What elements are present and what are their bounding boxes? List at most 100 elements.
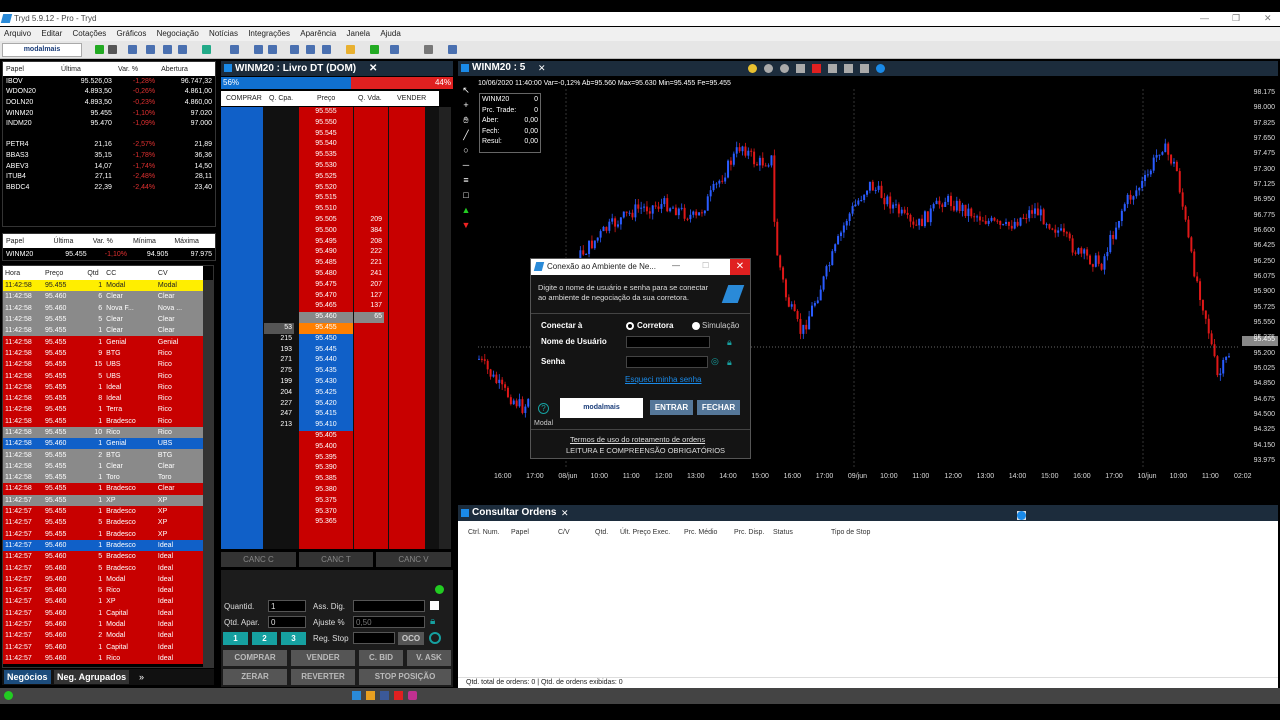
play-icon[interactable]	[95, 45, 104, 54]
table-row[interactable]: 11:42:58 95.455 1 Clear Clear	[3, 460, 203, 473]
maximize-icon[interactable]: ☐	[702, 261, 709, 270]
price-level[interactable]: 95.550	[299, 118, 353, 129]
table-row[interactable]: 11:42:57 95.455 1 XP XP	[3, 494, 203, 506]
sell-column[interactable]	[389, 107, 425, 549]
price-level[interactable]: 95.555	[299, 107, 353, 118]
table-row[interactable]: WINM20 95.455 -1,10% 94.905 97.975	[3, 248, 215, 260]
tab-more-icon[interactable]: »	[136, 670, 148, 684]
menu-arquivo[interactable]: Arquivo	[0, 27, 35, 40]
instagram-icon[interactable]	[408, 691, 417, 700]
price-level[interactable]: 95.380	[299, 485, 353, 496]
cancel-buy-button[interactable]: CANC C	[221, 552, 296, 567]
draw-icon[interactable]	[828, 64, 837, 73]
table-row[interactable]: 11:42:58 95.460 6 Nova F... Nova ...	[3, 302, 203, 314]
table-row[interactable]: 11:42:58 95.455 2 BTG BTG	[3, 449, 203, 461]
table-row[interactable]: 11:42:58 95.460 1 Genial UBS	[3, 438, 203, 450]
quotes-icon[interactable]	[128, 45, 137, 54]
table-row[interactable]: 11:42:57 95.455 1 Bradesco XP	[3, 528, 203, 540]
col-ultima[interactable]: Última	[58, 62, 115, 76]
table-icon[interactable]	[290, 45, 299, 54]
close-icon[interactable]: ✕	[730, 259, 750, 275]
col-tipo-stop[interactable]: Tipo de Stop	[831, 529, 870, 536]
buy-column[interactable]	[221, 107, 263, 549]
arrow-down-icon[interactable]: ▼	[458, 220, 474, 235]
price-level[interactable]: 95.390	[299, 463, 353, 474]
maximize-icon[interactable]: ❐	[1232, 13, 1240, 24]
col-prc-medio[interactable]: Prc. Médio	[684, 529, 717, 536]
menu-graficos[interactable]: Gráficos	[113, 27, 151, 40]
close-button[interactable]: FECHAR	[697, 400, 740, 415]
col-prc-disp[interactable]: Prc. Disp.	[734, 529, 764, 536]
y-axis[interactable]: 98.175 98.000 97.825 97.650 97.475 97.300 97.1…	[1242, 89, 1278, 467]
ass-dig-checkbox[interactable]	[430, 601, 439, 610]
tools-icon[interactable]	[390, 45, 399, 54]
price-level[interactable]: 95.365	[299, 517, 353, 528]
light-icon[interactable]	[748, 64, 757, 73]
table-row[interactable]: 11:42:58 95.455 5 UBS Rico	[3, 370, 203, 382]
table-row[interactable]: 11:42:57 95.460 1 XP Ideal	[3, 596, 203, 608]
close-icon[interactable]: ✕	[538, 63, 546, 74]
menu-editar[interactable]: Editar	[37, 27, 66, 40]
table-row[interactable]: 11:42:58 95.455 1 Terra Rico	[3, 404, 203, 416]
minimize-icon[interactable]: —	[1200, 13, 1209, 23]
table-row[interactable]: WINM20 95.455 -1,10% 97.020	[3, 108, 215, 119]
price-level[interactable]: 95.490	[299, 247, 353, 258]
table-row[interactable]: 11:42:57 95.460 1 Capital Ideal	[3, 641, 203, 653]
eye-hidden-icon[interactable]: ◎	[711, 356, 719, 367]
lock-icon[interactable]: 🔒︎	[430, 616, 435, 627]
col-qtd[interactable]: Qtd.	[595, 529, 608, 536]
forgot-password-link[interactable]: Esqueci minha senha	[625, 375, 702, 384]
refresh-icon[interactable]	[370, 45, 379, 54]
ajuste-input[interactable]: 0,50	[353, 616, 425, 628]
table-row[interactable]: 11:42:57 95.460 5 Rico Ideal	[3, 585, 203, 597]
price-level[interactable]: 95.375	[299, 496, 353, 507]
tryd-icon[interactable]	[352, 691, 361, 700]
table-row[interactable]: BBAS3 35,15 -1,78% 36,36	[3, 150, 215, 161]
price-level[interactable]: 95.435	[299, 366, 353, 377]
crosshair-icon[interactable]: +	[458, 100, 474, 115]
chart-window-icon[interactable]	[230, 45, 239, 54]
table-row[interactable]: 11:42:57 95.460 1 Modal Ideal	[3, 618, 203, 631]
table-row[interactable]: ABEV3 14,07 -1,74% 14,50	[3, 161, 215, 172]
menu-integracoes[interactable]: Integrações	[244, 27, 294, 40]
tag-icon[interactable]	[424, 45, 433, 54]
col-papel[interactable]: Papel	[511, 529, 529, 536]
price-level[interactable]: 95.475	[299, 280, 353, 291]
col-preco[interactable]: Preço	[43, 266, 86, 280]
qtd-apar-input[interactable]: 0	[268, 616, 306, 628]
menu-cotacoes[interactable]: Cotações	[69, 27, 111, 40]
zero-button[interactable]: ZERAR	[223, 669, 287, 685]
price-level[interactable]: 95.410	[299, 420, 353, 431]
price-level[interactable]: 95.525	[299, 172, 353, 183]
price-level[interactable]: 95.385	[299, 474, 353, 485]
table-row[interactable]: 11:42:57 95.460 2 Modal Ideal	[3, 630, 203, 642]
help-icon[interactable]: ?	[538, 403, 549, 414]
menu-negociacao[interactable]: Negociação	[153, 27, 203, 40]
table-row[interactable]: 11:42:57 95.460 5 Bradesco Ideal	[3, 562, 203, 574]
enter-button[interactable]: ENTRAR	[650, 400, 693, 415]
table-row[interactable]: DOLN20 4.893,50 -0,23% 4.860,00	[3, 97, 215, 108]
price-level[interactable]: 95.420	[299, 398, 353, 410]
price-level[interactable]: 95.405	[299, 431, 353, 442]
table-row[interactable]: PETR4 21,16 -2,57% 21,89	[3, 140, 215, 151]
tab-negocios[interactable]: Negócios	[4, 670, 51, 684]
x-axis[interactable]: 16:00 17:00 08/jun 10:00 11:00 12:00 13:00 14:0…	[478, 470, 1252, 484]
password-input[interactable]	[626, 356, 708, 368]
radio-simulacao-label[interactable]: Simulação	[702, 321, 739, 330]
radio-simulacao[interactable]	[692, 322, 700, 330]
table-row[interactable]: ITUB4 27,11 -2,48% 28,11	[3, 171, 215, 182]
table-row[interactable]: 11:42:58 95.455 1 Clear Clear	[3, 325, 203, 337]
cursor-icon[interactable]: ↖	[458, 85, 474, 100]
price-level[interactable]: 95.450	[299, 333, 353, 345]
dom-scrollbar[interactable]	[439, 107, 451, 549]
price-level[interactable]: 95.510	[299, 204, 353, 215]
col-papel[interactable]: Papel	[3, 62, 59, 76]
table-row[interactable]: 11:42:57 95.460 5 Bradesco Ideal	[3, 551, 203, 563]
zoom-in-icon[interactable]	[764, 64, 773, 73]
col-qtd[interactable]: Qtd	[85, 266, 105, 280]
table-row[interactable]	[3, 129, 215, 140]
gear-icon[interactable]	[429, 632, 441, 644]
price-level[interactable]: 95.520	[299, 183, 353, 194]
col-ult-preco[interactable]: Últ. Preço Exec.	[620, 529, 670, 536]
price-level[interactable]: 95.400	[299, 442, 353, 453]
